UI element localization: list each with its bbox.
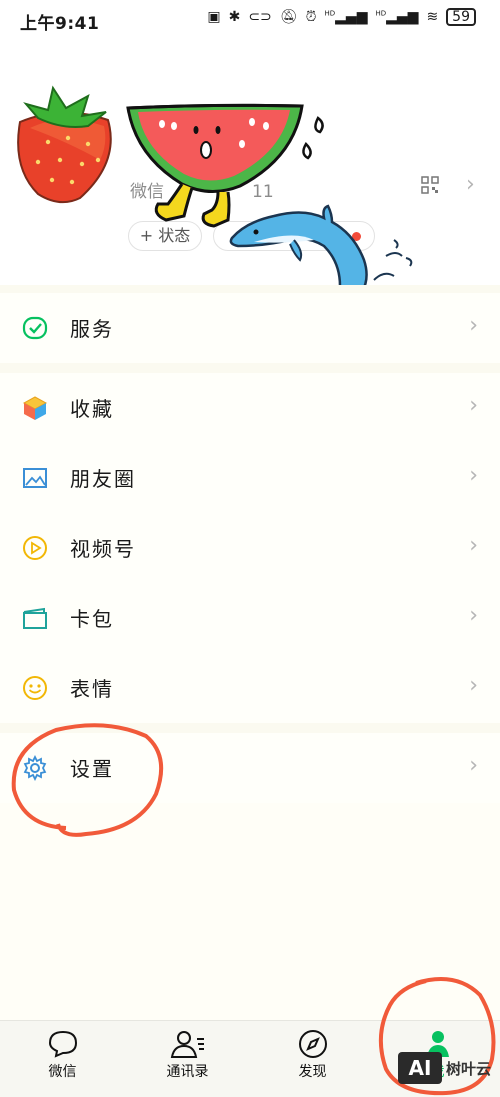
wifi-icon: ≋	[426, 9, 439, 25]
chevron-right-icon: ›	[469, 313, 478, 338]
watermark-badge: AI	[398, 1052, 442, 1084]
nfc-icon: ▣	[207, 9, 221, 25]
tab-discover[interactable]: 发现	[250, 1029, 375, 1081]
tab-chats[interactable]: 微信	[0, 1029, 125, 1081]
link-icon: ⊂⊃	[248, 9, 272, 25]
contacts-icon	[170, 1031, 204, 1058]
check-pay-icon	[22, 316, 48, 340]
tab-contacts[interactable]: 通讯录	[125, 1029, 250, 1081]
signal-icon: HD▂▄▆	[324, 9, 368, 25]
status-icons: ▣ ✱ ⊂⊃ 🔕︎ ⏰︎ HD▂▄▆ HD▂▄▆ ≋ 59	[207, 8, 476, 26]
status-bar: 上午9:41 ▣ ✱ ⊂⊃ 🔕︎ ⏰︎ HD▂▄▆ HD▂▄▆ ≋ 59	[0, 0, 500, 40]
section-divider	[0, 363, 500, 373]
image-icon	[23, 468, 47, 488]
tab-label: 通讯录	[166, 1064, 209, 1080]
play-circle-icon	[23, 536, 47, 560]
tab-label: 微信	[48, 1064, 77, 1080]
chevron-right-icon: ›	[469, 673, 478, 698]
tab-label: 发现	[298, 1064, 327, 1080]
chevron-right-icon: ›	[469, 463, 478, 488]
compass-icon	[298, 1030, 327, 1058]
menu-item-favorites[interactable]: 收藏 ›	[0, 373, 500, 443]
mute-icon: 🔕︎	[279, 9, 298, 25]
status-time: 上午9:41	[20, 14, 100, 34]
chevron-right-icon: ›	[469, 393, 478, 418]
qr-code-icon[interactable]	[421, 176, 439, 194]
menu-label: 表情	[70, 677, 114, 701]
menu-item-channels[interactable]: 视频号 ›	[0, 513, 500, 583]
annotation-circle-settings	[11, 723, 164, 837]
cube-icon	[22, 396, 48, 420]
chevron-right-icon: ›	[469, 603, 478, 628]
menu-label: 卡包	[70, 607, 114, 631]
menu-item-services[interactable]: 服务 ›	[0, 293, 500, 363]
strawberry-avatar[interactable]	[8, 82, 120, 207]
chevron-right-icon: ›	[469, 533, 478, 558]
menu-label: 朋友圈	[70, 467, 136, 491]
battery-icon: 59	[446, 8, 476, 26]
profile-chevron[interactable]: ›	[466, 172, 475, 197]
menu-label: 服务	[70, 317, 114, 341]
menu-label: 收藏	[70, 397, 114, 421]
alarm-icon: ⏰︎	[305, 9, 317, 25]
menu-item-cards[interactable]: 卡包 ›	[0, 583, 500, 653]
watermark-text: 树叶云	[446, 1060, 492, 1078]
section-divider	[0, 285, 500, 293]
signal-icon: HD▂▄▆	[375, 9, 419, 25]
menu-item-stickers[interactable]: 表情 ›	[0, 653, 500, 723]
wallet-icon	[23, 607, 47, 629]
bluetooth-icon: ✱	[228, 9, 241, 25]
chat-bubble-icon	[48, 1030, 77, 1058]
chevron-right-icon: ›	[469, 753, 478, 778]
menu-label: 视频号	[70, 537, 136, 561]
smiley-icon	[23, 676, 47, 700]
menu-item-moments[interactable]: 朋友圈 ›	[0, 443, 500, 513]
watermark: AI 树叶云	[398, 1050, 498, 1086]
